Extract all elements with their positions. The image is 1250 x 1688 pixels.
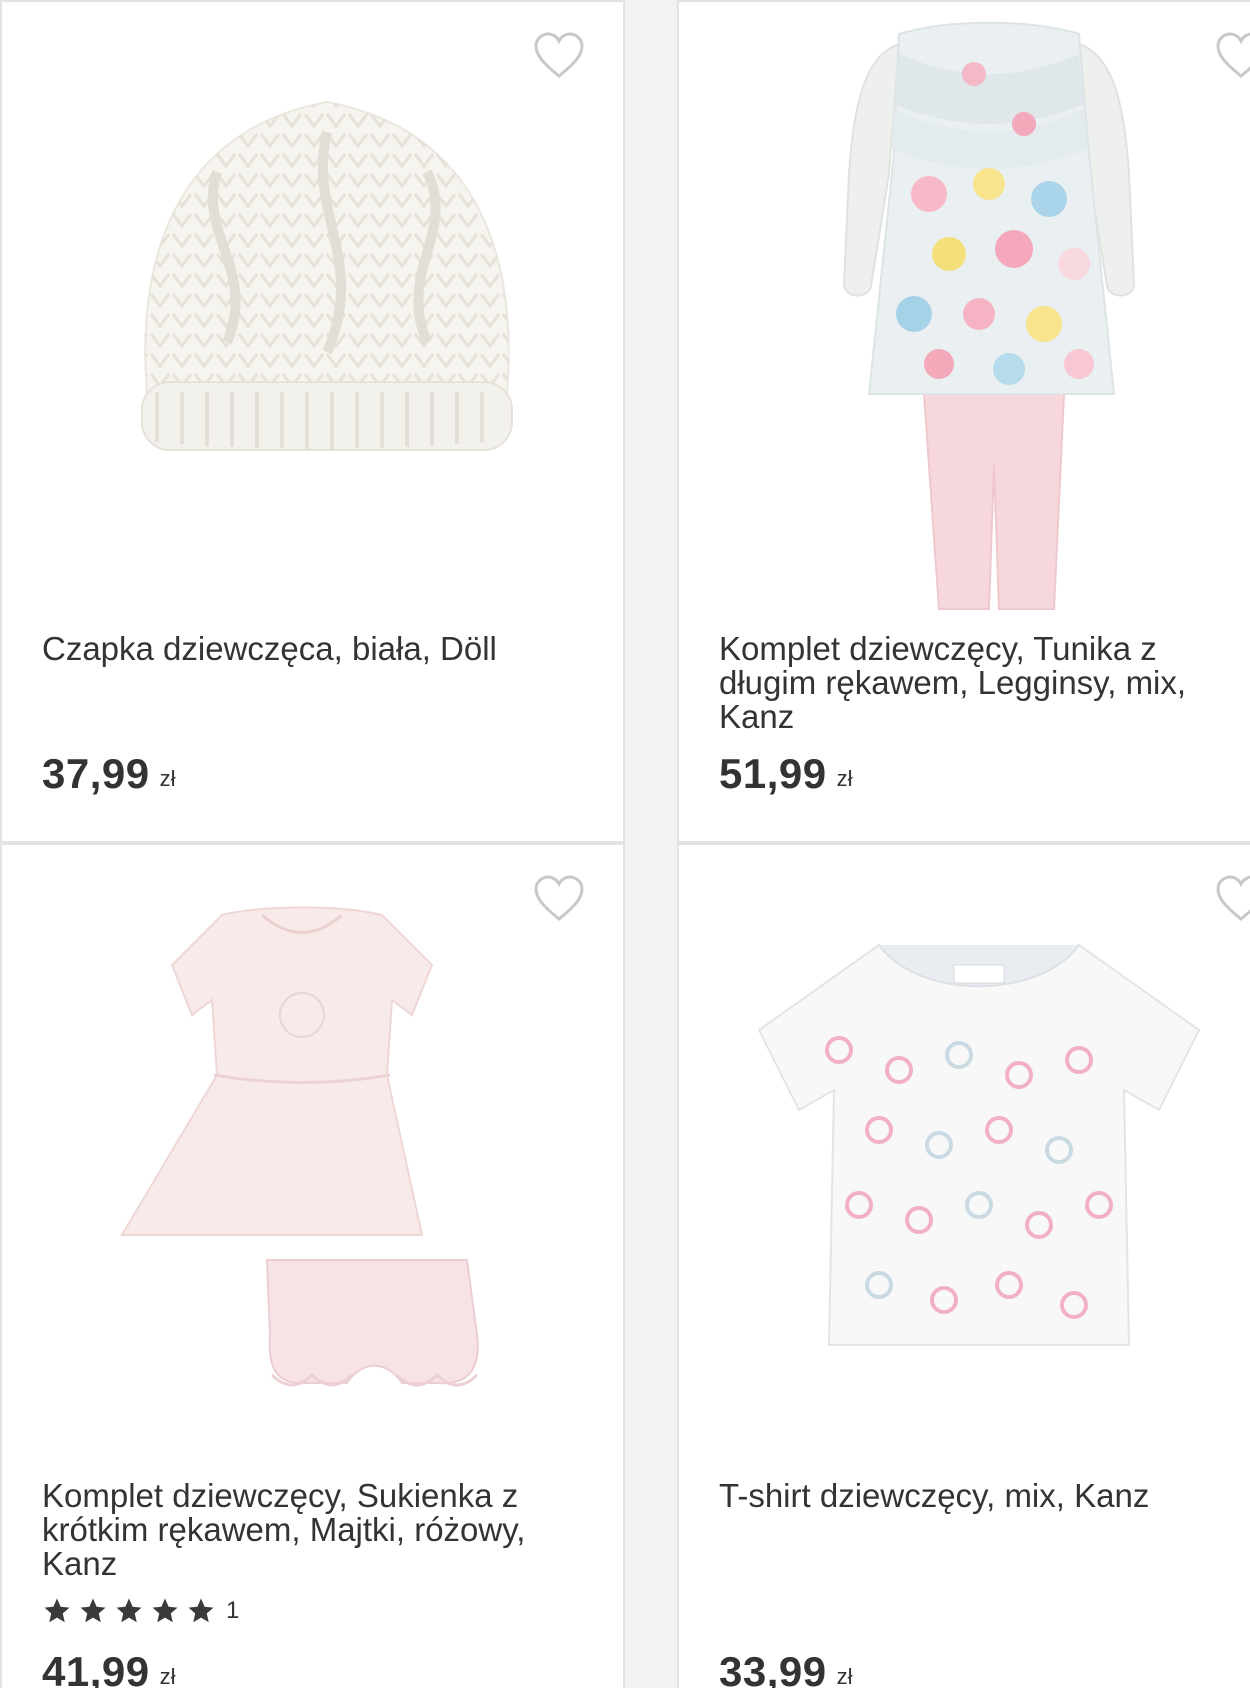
star-icon <box>116 1598 142 1623</box>
product-card[interactable]: Komplet dziewczęcy, Sukienka z krótkim r… <box>0 843 625 1688</box>
product-title[interactable]: T-shirt dziewczęcy, mix, Kanz <box>719 1479 1239 1513</box>
product-title[interactable]: Komplet dziewczęcy, Sukienka z krótkim r… <box>42 1479 562 1581</box>
price-currency: zł <box>159 766 176 791</box>
favorite-heart-icon[interactable] <box>533 32 585 80</box>
product-card[interactable]: Czapka dziewczęca, biała, Döll 37,99 zł <box>0 0 625 843</box>
product-card[interactable]: T-shirt dziewczęcy, mix, Kanz 33,99 zł <box>677 843 1250 1688</box>
product-image-dress[interactable] <box>2 845 623 1465</box>
star-icon <box>44 1598 70 1623</box>
price-currency: zł <box>836 1664 853 1688</box>
star-icon <box>152 1598 178 1623</box>
price-amount: 41,99 <box>42 1648 150 1688</box>
product-price: 33,99 zł <box>719 1648 853 1688</box>
price-amount: 33,99 <box>719 1648 827 1688</box>
price-amount: 37,99 <box>42 750 150 797</box>
product-image-tshirt[interactable] <box>679 845 1250 1465</box>
product-title[interactable]: Komplet dziewczęcy, Tunika z długim ręka… <box>719 632 1239 734</box>
price-amount: 51,99 <box>719 750 827 797</box>
favorite-heart-icon[interactable] <box>1215 875 1250 923</box>
rating-stars[interactable]: 1 <box>42 1596 239 1626</box>
product-card[interactable]: Komplet dziewczęcy, Tunika z długim ręka… <box>677 0 1250 843</box>
favorite-heart-icon[interactable] <box>1215 32 1250 80</box>
product-image-tunic[interactable] <box>679 2 1250 622</box>
product-grid: Czapka dziewczęca, biała, Döll 37,99 zł <box>0 0 1250 1688</box>
product-image-hat[interactable] <box>2 2 623 622</box>
product-price: 51,99 zł <box>719 750 853 798</box>
product-title[interactable]: Czapka dziewczęca, biała, Döll <box>42 632 562 666</box>
star-icon <box>188 1598 214 1623</box>
product-price: 37,99 zł <box>42 750 176 798</box>
rating-count: 1 <box>226 1597 240 1624</box>
star-icon <box>80 1598 106 1623</box>
favorite-heart-icon[interactable] <box>533 875 585 923</box>
product-price: 41,99 zł <box>42 1648 176 1688</box>
price-currency: zł <box>836 766 853 791</box>
price-currency: zł <box>159 1664 176 1688</box>
